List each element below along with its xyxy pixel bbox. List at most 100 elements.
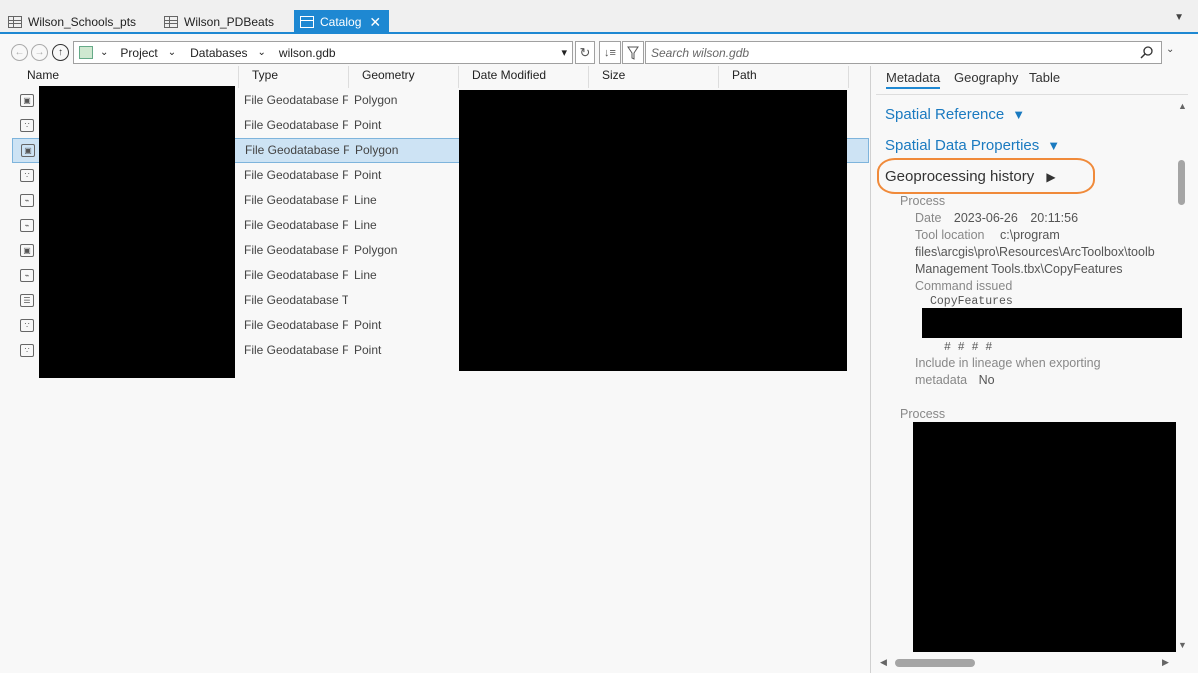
row-geometry: Point [354,318,382,332]
column-header-type[interactable]: Type [239,66,349,88]
tab-catalog[interactable]: Catalog ✕ [294,10,389,34]
row-type: File Geodatabase F [244,243,348,257]
date-row: Date 2023-06-26 20:11:56 [915,211,1078,225]
tab-label: Wilson_Schools_pts [28,15,137,29]
scroll-right-arrow-icon[interactable]: ▶ [1162,657,1169,668]
row-type: File Geodatabase F [244,343,348,357]
breadcrumb-databases[interactable]: Databases [190,46,247,60]
forward-arrow-icon[interactable]: → [31,44,48,61]
location-bar[interactable]: ⌄ Project ⌄ Databases ⌄ wilson.gdb ▾ [73,41,573,64]
section-title: Spatial Reference [885,106,1005,123]
lineage-row: metadata No [915,373,995,387]
section-title: Geoprocessing history [885,168,1035,185]
line-feature-class-icon: ⌁ [20,194,34,207]
section-spatial-data-properties[interactable]: Spatial Data Properties ▼ [885,137,1060,154]
column-header-path[interactable]: Path [719,66,849,88]
search-field[interactable] [645,41,1162,64]
point-feature-class-icon: ∵ [20,344,34,357]
tool-location-value: c:\program [999,228,1060,242]
search-options-chevron-icon[interactable]: ⌄ [1166,44,1174,55]
command-value: CopyFeatures [930,295,1013,308]
point-feature-class-icon: ∵ [20,319,34,332]
section-geoprocessing-history[interactable]: Geoprocessing history ▶ [885,168,1056,185]
search-input[interactable] [651,45,1131,60]
section-title: Spatial Data Properties [885,137,1040,154]
refresh-icon[interactable]: ↻ [575,41,595,64]
location-dropdown-icon[interactable]: ▾ [561,46,567,59]
row-geometry: Point [354,343,382,357]
row-type: File Geodatabase F [244,93,348,107]
line-feature-class-icon: ⌁ [20,219,34,232]
tab-geography[interactable]: Geography [954,70,1018,85]
collapse-arrow-icon[interactable]: ▶ [1046,170,1055,184]
row-geometry: Line [354,193,377,207]
tool-location-continued: Management Tools.tbx\CopyFeatures [915,262,1123,276]
row-geometry: Polygon [355,143,399,157]
tab-wilson-schools-pts[interactable]: Wilson_Schools_pts [2,10,142,34]
polygon-feature-class-icon: ▣ [21,144,35,157]
lineage-value: No [978,373,995,387]
redacted-details [459,90,847,371]
back-arrow-icon[interactable]: ← [11,44,28,61]
command-issued-label: Command issued [915,279,1013,293]
column-header-size[interactable]: Size [589,66,719,88]
breadcrumb-wilson-gdb[interactable]: wilson.gdb [279,46,336,60]
tool-location-row: Tool location c:\program [915,228,1060,242]
tab-metadata[interactable]: Metadata [886,70,941,89]
row-geometry: Polygon [354,93,398,107]
map-icon [79,46,93,59]
tab-table[interactable]: Table [1029,70,1060,85]
chevron-down-icon[interactable]: ⌄ [100,47,108,58]
chevron-down-icon[interactable]: ⌄ [258,47,266,58]
up-arrow-icon[interactable]: ↑ [52,44,69,61]
tool-location-value: files\arcgis\pro\Resources\ArcToolbox\to… [915,245,1155,259]
scroll-left-arrow-icon[interactable]: ◀ [880,657,887,668]
chevron-down-icon[interactable]: ⌄ [168,47,176,58]
tab-wilson-pdbeats[interactable]: Wilson_PDBeats [158,10,280,34]
point-feature-class-icon: ∵ [20,169,34,182]
time-value: 20:11:56 [1030,211,1079,225]
horizontal-scrollbar-thumb[interactable] [895,659,975,667]
column-header-row: Name Type Geometry Date Modified Size Pa… [0,66,870,88]
row-geometry: Line [354,218,377,232]
date-value: 2023-06-26 [953,211,1018,225]
vertical-scrollbar-thumb[interactable] [1178,160,1185,205]
tab-label: Catalog [320,15,362,29]
polygon-feature-class-icon: ▣ [20,244,34,257]
column-header-geometry[interactable]: Geometry [349,66,459,88]
tab-label: Wilson_PDBeats [184,15,275,29]
row-type: File Geodatabase F [244,118,348,132]
point-feature-class-icon: ∵ [20,119,34,132]
line-feature-class-icon: ⌁ [20,269,34,282]
scroll-down-arrow-icon[interactable]: ▼ [1178,640,1187,650]
lineage-label: metadata [915,373,968,387]
pane-splitter[interactable] [870,66,871,673]
row-type: File Geodatabase F [244,318,348,332]
redacted-names [39,86,235,378]
expand-arrow-icon[interactable]: ▼ [1047,138,1060,153]
column-header-date-modified[interactable]: Date Modified [459,66,589,88]
section-spatial-reference[interactable]: Spatial Reference ▼ [885,106,1025,123]
row-type: File Geodatabase F [245,143,349,157]
row-type: File Geodatabase F [244,218,348,232]
tab-overflow-chevron-icon[interactable]: ▼ [1174,12,1184,23]
scroll-up-arrow-icon[interactable]: ▲ [1178,101,1187,111]
column-header-name[interactable]: Name [14,66,239,88]
tool-location-value: Management Tools.tbx\CopyFeatures [915,262,1123,276]
close-icon[interactable]: ✕ [369,14,381,31]
search-icon[interactable] [1140,46,1153,62]
tool-location-label: Tool location [915,228,985,242]
row-type: File Geodatabase F [244,168,348,182]
command-tail: # # # # [944,341,993,354]
row-geometry: Line [354,268,377,282]
filter-icon[interactable] [622,41,644,64]
sort-icon[interactable]: ↓≡ [599,41,621,64]
tool-location-continued: files\arcgis\pro\Resources\ArcToolbox\to… [915,245,1155,259]
table-icon [8,16,22,28]
lineage-label: Include in lineage when exporting [915,356,1101,370]
redacted-process [913,422,1176,652]
divider [876,94,1188,95]
table-icon [164,16,178,28]
expand-arrow-icon[interactable]: ▼ [1012,107,1025,122]
breadcrumb-project[interactable]: Project [120,46,157,60]
